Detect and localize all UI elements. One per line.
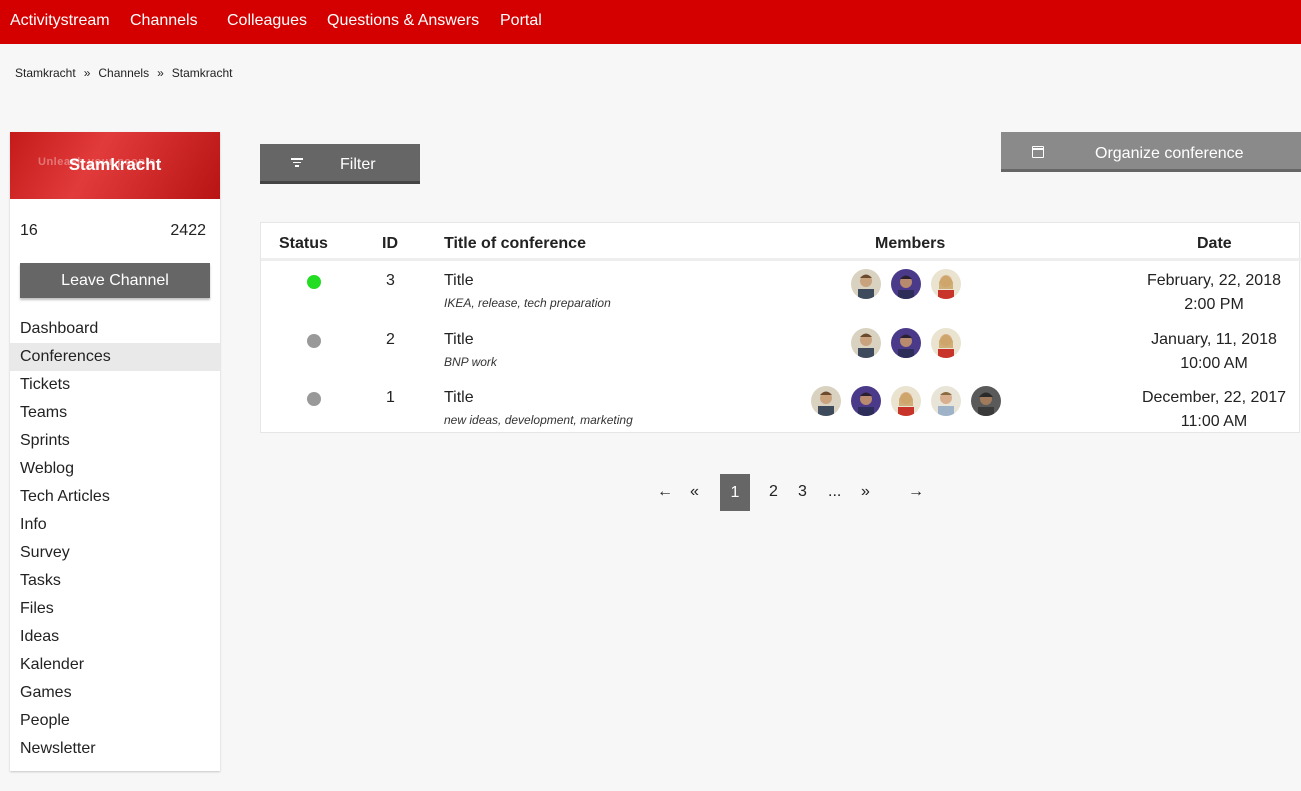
organize-conference-label: Organize conference: [1095, 145, 1244, 162]
menu-item-newsletter[interactable]: Newsletter: [10, 735, 220, 763]
page-last-arrow[interactable]: →: [908, 483, 924, 501]
header-title[interactable]: Title of conference: [444, 235, 586, 253]
menu-item-people[interactable]: People: [10, 707, 220, 735]
member-avatar[interactable]: [851, 328, 881, 358]
menu-item-teams[interactable]: Teams: [10, 399, 220, 427]
conference-title[interactable]: Title: [444, 272, 474, 290]
channel-menu: Dashboard Conferences Tickets Teams Spri…: [10, 315, 220, 763]
organize-conference-button[interactable]: Organize conference: [1001, 132, 1301, 172]
conference-date-day: January, 11, 2018: [1151, 331, 1277, 348]
header-date[interactable]: Date: [1197, 235, 1232, 253]
conference-date: December, 22, 2017 11:00 AM: [1121, 386, 1301, 434]
status-inactive-indicator: [307, 392, 321, 406]
page-link[interactable]: 3: [798, 483, 807, 501]
conference-id: 2: [386, 331, 395, 348]
channel-stat-left: 16: [20, 222, 38, 239]
leave-channel-button[interactable]: Leave Channel: [20, 263, 210, 298]
top-navigation: Activitystream Channels Colleagues Quest…: [0, 0, 1301, 44]
header-members: Members: [875, 235, 946, 252]
breadcrumb-separator: »: [83, 66, 91, 80]
menu-item-info[interactable]: Info: [10, 511, 220, 539]
filter-icon: [290, 158, 304, 169]
menu-item-survey[interactable]: Survey: [10, 539, 220, 567]
member-avatar[interactable]: [811, 386, 841, 416]
conference-date-time: 2:00 PM: [1184, 296, 1244, 313]
menu-item-files[interactable]: Files: [10, 595, 220, 623]
nav-activitystream[interactable]: Activitystream: [10, 12, 110, 30]
conference-date-day: December, 22, 2017: [1141, 389, 1287, 406]
conference-table: Status ID Title of conference Members Da…: [260, 222, 1301, 436]
calendar-icon: [1032, 146, 1044, 158]
filter-button[interactable]: Filter: [260, 144, 420, 184]
page-next[interactable]: »: [861, 483, 870, 501]
nav-questions-answers[interactable]: Questions & Answers: [327, 12, 479, 30]
member-avatar[interactable]: [891, 269, 921, 299]
conference-tags: BNP work: [444, 355, 497, 369]
nav-channels[interactable]: Channels: [130, 12, 198, 30]
member-avatar[interactable]: [931, 328, 961, 358]
member-avatar[interactable]: [931, 386, 961, 416]
page-prev[interactable]: «: [690, 483, 699, 501]
breadcrumb-item[interactable]: Channels: [98, 66, 149, 80]
conference-date-time: 10:00 AM: [1180, 355, 1248, 372]
conference-date-day: February, 22, 2018: [1146, 272, 1281, 289]
menu-item-weblog[interactable]: Weblog: [10, 455, 220, 483]
conference-date-time: 11:00 AM: [1180, 413, 1248, 430]
conference-date: February, 22, 2018 2:00 PM: [1121, 269, 1301, 317]
status-active-indicator: [307, 275, 321, 289]
conference-id: 3: [386, 272, 395, 289]
table-row[interactable]: 1 Title new ideas, development, marketin…: [261, 378, 1301, 436]
member-avatar[interactable]: [891, 386, 921, 416]
page-first-arrow[interactable]: ←: [657, 483, 673, 501]
menu-item-conferences[interactable]: Conferences: [10, 343, 220, 371]
channel-stat-right: 2422: [170, 222, 206, 239]
table-row[interactable]: 2 Title BNP work January, 11, 2018 10:00…: [261, 320, 1301, 378]
nav-portal[interactable]: Portal: [500, 12, 542, 30]
member-avatar[interactable]: [851, 269, 881, 299]
conference-date: January, 11, 2018 10:00 AM: [1121, 328, 1301, 376]
breadcrumb: Stamkracht » Channels » Stamkracht: [15, 66, 232, 80]
table-row[interactable]: 3 Title IKEA, release, tech preparation …: [261, 261, 1301, 319]
page-link[interactable]: 2: [769, 483, 778, 501]
menu-item-games[interactable]: Games: [10, 679, 220, 707]
header-status[interactable]: Status: [279, 235, 328, 253]
menu-item-tickets[interactable]: Tickets: [10, 371, 220, 399]
conference-id: 1: [386, 389, 395, 406]
page-ellipsis: ...: [828, 483, 842, 500]
breadcrumb-separator: »: [157, 66, 164, 80]
table-header: Status ID Title of conference Members Da…: [261, 223, 1301, 261]
breadcrumb-item-current: Stamkracht: [171, 66, 233, 80]
channel-sidebar: Unleash your people Stamkracht 16 2422 L…: [10, 132, 220, 771]
conference-title[interactable]: Title: [444, 389, 474, 407]
header-id[interactable]: ID: [382, 235, 398, 253]
menu-item-ideas[interactable]: Ideas: [10, 623, 220, 651]
channel-name: Stamkracht: [68, 155, 162, 174]
menu-item-tech-articles[interactable]: Tech Articles: [10, 483, 220, 511]
page-current[interactable]: 1: [720, 474, 750, 511]
menu-item-kalender[interactable]: Kalender: [10, 651, 220, 679]
conference-title[interactable]: Title: [444, 331, 474, 349]
filter-label: Filter: [340, 156, 376, 173]
menu-item-sprints[interactable]: Sprints: [10, 427, 220, 455]
menu-item-tasks[interactable]: Tasks: [10, 567, 220, 595]
conference-tags: new ideas, development, marketing: [444, 413, 633, 427]
member-avatar[interactable]: [971, 386, 1001, 416]
breadcrumb-item[interactable]: Stamkracht: [15, 66, 76, 80]
menu-item-dashboard[interactable]: Dashboard: [10, 315, 220, 343]
conference-tags: IKEA, release, tech preparation: [444, 296, 611, 310]
nav-colleagues[interactable]: Colleagues: [227, 12, 307, 30]
member-avatar[interactable]: [851, 386, 881, 416]
member-avatar[interactable]: [891, 328, 921, 358]
member-avatar[interactable]: [931, 269, 961, 299]
channel-banner: Unleash your people Stamkracht: [10, 132, 220, 199]
status-inactive-indicator: [307, 334, 321, 348]
